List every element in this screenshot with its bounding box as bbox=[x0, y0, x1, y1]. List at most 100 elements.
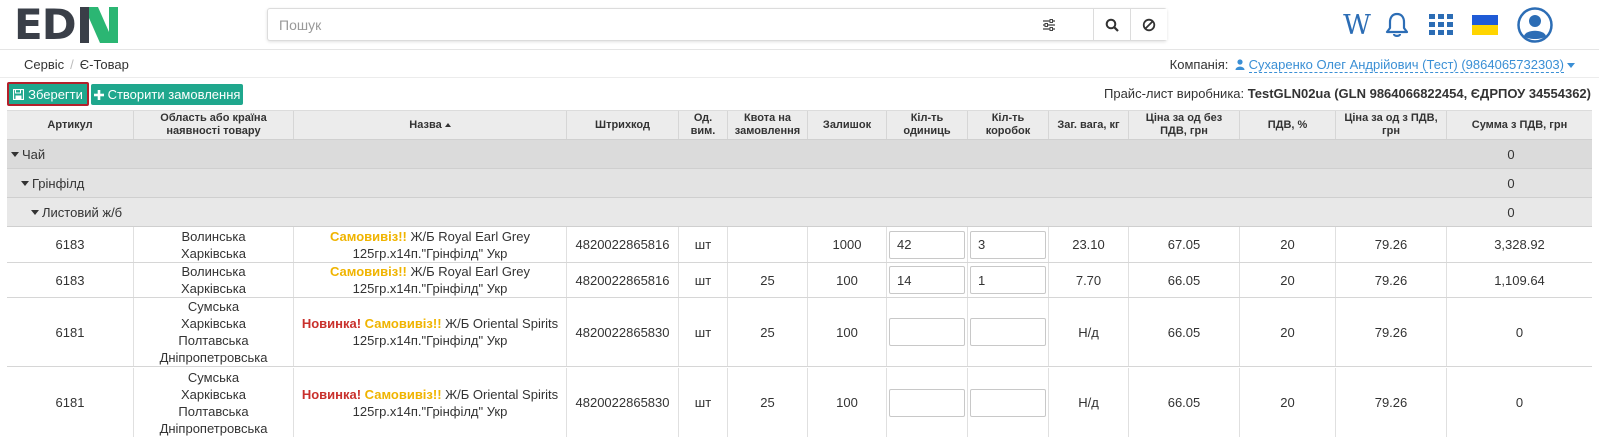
cell-stock: 100 bbox=[808, 298, 887, 366]
search-icon bbox=[1105, 18, 1119, 32]
cell-barcode: 4820022865830 bbox=[567, 368, 679, 437]
self-pickup-tag: Самовивіз!! bbox=[364, 316, 442, 331]
column-header-name[interactable]: Назва bbox=[294, 111, 567, 139]
cell-quota: 25 bbox=[728, 368, 808, 437]
clear-search-button[interactable] bbox=[1130, 9, 1167, 40]
product-name-line1: Ж/Б Oriental Spirits bbox=[441, 316, 559, 331]
breadcrumb-separator: / bbox=[70, 57, 74, 72]
wiki-icon[interactable]: W bbox=[1338, 5, 1376, 45]
cell-stock: 1000 bbox=[808, 227, 887, 262]
group-row-brand[interactable]: Грінфілд 0 bbox=[7, 169, 1592, 198]
table-row: 6181 Сумська Харківська Полтавська Дніпропе… bbox=[7, 298, 1592, 367]
create-order-label: Створити замовлення bbox=[107, 87, 241, 102]
table-header: Артикул Область або країна наявності тов… bbox=[7, 110, 1592, 140]
qty-boxes-input[interactable] bbox=[970, 230, 1046, 259]
pricelist-label: Прайс-лист виробника: bbox=[1104, 86, 1245, 101]
cell-barcode: 4820022865816 bbox=[567, 227, 679, 262]
qty-boxes-input[interactable] bbox=[970, 388, 1046, 417]
column-header-qty-units[interactable]: Кіл-ть одиниць bbox=[887, 111, 968, 139]
column-header-sum[interactable]: Сумма з ПДВ, грн bbox=[1447, 111, 1592, 139]
column-header-unit[interactable]: Од. вим. bbox=[679, 111, 728, 139]
company-selector: Компанія: Сухаренко Олег Андрійович (Тес… bbox=[1169, 57, 1575, 73]
qty-boxes-input[interactable] bbox=[970, 318, 1046, 346]
cell-stock: 100 bbox=[808, 368, 887, 437]
new-product-tag: Новинка! bbox=[301, 316, 362, 331]
save-button[interactable]: Зберегти bbox=[7, 82, 89, 106]
user-icon bbox=[1235, 59, 1245, 70]
qty-units-input[interactable] bbox=[889, 266, 965, 294]
self-pickup-tag: Самовивіз!! bbox=[330, 264, 407, 279]
group-row-subcategory[interactable]: Листовий ж/б 0 bbox=[7, 198, 1592, 227]
caret-down-icon[interactable] bbox=[31, 210, 39, 215]
product-name-line2: 125гр.х14п."Грінфілд" Укр bbox=[352, 281, 508, 296]
cell-article: 6181 bbox=[7, 368, 134, 437]
qty-boxes-input[interactable] bbox=[970, 266, 1046, 294]
region-name: Полтавська bbox=[178, 333, 249, 348]
sort-ascending-icon bbox=[444, 123, 451, 127]
edin-logo[interactable]: ED bbox=[14, 4, 120, 46]
apps-grid-icon[interactable] bbox=[1426, 5, 1456, 45]
column-header-price-no-vat[interactable]: Ціна за од без ПДВ, грн bbox=[1129, 111, 1240, 139]
cell-vat: 20 bbox=[1240, 263, 1336, 297]
column-header-barcode[interactable]: Штрихкод bbox=[567, 111, 679, 139]
cell-barcode: 4820022865830 bbox=[567, 298, 679, 366]
group-total: 0 bbox=[1507, 147, 1515, 162]
qty-units-input[interactable] bbox=[889, 230, 965, 259]
cell-region: Волинська Харківська bbox=[134, 263, 294, 297]
cell-price-vat: 79.26 bbox=[1336, 227, 1447, 262]
cell-qty-units bbox=[887, 298, 968, 366]
column-header-region[interactable]: Область або країна наявності товару bbox=[134, 111, 294, 139]
cell-name: Самовивіз!! Ж/Б Royal Earl Grey 125гр.х14… bbox=[294, 227, 567, 262]
group-label: Грінфілд bbox=[32, 176, 85, 191]
company-label: Компанія: bbox=[1169, 57, 1229, 72]
cell-price-no-vat: 66.05 bbox=[1129, 368, 1240, 437]
cell-sum: 0 bbox=[1515, 395, 1524, 410]
new-product-tag: Новинка! bbox=[301, 386, 362, 402]
cell-vat: 20 bbox=[1240, 227, 1336, 262]
cell-quota: 25 bbox=[728, 263, 808, 297]
cell-stock: 100 bbox=[808, 263, 887, 297]
cell-vat: 20 bbox=[1240, 368, 1336, 437]
cell-qty-boxes bbox=[968, 263, 1049, 297]
logo-mark bbox=[78, 6, 120, 44]
cell-sum: 1,109.64 bbox=[1494, 272, 1545, 288]
caret-down-icon[interactable] bbox=[21, 181, 29, 186]
group-row-category[interactable]: Чай 0 bbox=[7, 140, 1592, 169]
column-header-vat[interactable]: ПДВ, % bbox=[1240, 111, 1336, 139]
qty-units-input[interactable] bbox=[889, 388, 965, 417]
cell-name: Новинка! Самовивіз!! Ж/Б Oriental Spirit… bbox=[294, 368, 567, 437]
cell-unit: шт bbox=[679, 368, 728, 437]
bell-icon[interactable] bbox=[1380, 5, 1414, 45]
ua-flag-icon[interactable] bbox=[1470, 5, 1500, 45]
product-name-line1: Ж/Б Royal Earl Grey bbox=[406, 228, 530, 244]
product-name-line1: Ж/Б Oriental Spirits bbox=[441, 386, 559, 402]
create-order-button[interactable]: Створити замовлення bbox=[91, 84, 243, 105]
self-pickup-tag: Самовивіз!! bbox=[330, 228, 407, 244]
region-name: Сумська bbox=[187, 299, 240, 314]
company-name-link[interactable]: Сухаренко Олег Андрійович (Тест) (986406… bbox=[1248, 57, 1564, 73]
breadcrumb-item-service[interactable]: Сервіс bbox=[24, 57, 64, 72]
chevron-down-icon[interactable] bbox=[1567, 63, 1575, 69]
save-button-label: Зберегти bbox=[28, 86, 83, 102]
region-name: Волинська bbox=[181, 264, 246, 279]
breadcrumb-item-etovar: Є-Товар bbox=[79, 57, 129, 72]
column-header-weight[interactable]: Заг. вага, кг bbox=[1049, 111, 1129, 139]
column-header-stock[interactable]: Залишок bbox=[808, 111, 887, 139]
column-header-price-vat[interactable]: Ціна за од з ПДВ, грн bbox=[1336, 111, 1447, 139]
column-header-article[interactable]: Артикул bbox=[7, 111, 134, 139]
cell-barcode: 4820022865816 bbox=[567, 263, 679, 297]
cell-article: 6181 bbox=[7, 298, 134, 366]
region-name: Сумська bbox=[187, 369, 240, 385]
table-row: 6181 Сумська Харківська Полтавська Дніпропе… bbox=[7, 368, 1592, 437]
filter-icon[interactable] bbox=[1034, 9, 1064, 40]
search-input[interactable] bbox=[268, 9, 1094, 40]
search-button[interactable] bbox=[1093, 9, 1130, 40]
qty-units-input[interactable] bbox=[889, 318, 965, 346]
breadcrumb: Сервіс / Є-Товар bbox=[24, 57, 129, 72]
column-header-quota[interactable]: Квота на замовлення bbox=[728, 111, 808, 139]
top-bar: ED Пошук W bbox=[0, 0, 1599, 50]
cell-region: Сумська Харківська Полтавська Дніпропетровс… bbox=[134, 298, 294, 366]
user-avatar-icon[interactable] bbox=[1515, 5, 1555, 45]
caret-down-icon[interactable] bbox=[11, 152, 19, 157]
column-header-qty-boxes[interactable]: Кіл-ть коробок bbox=[968, 111, 1049, 139]
